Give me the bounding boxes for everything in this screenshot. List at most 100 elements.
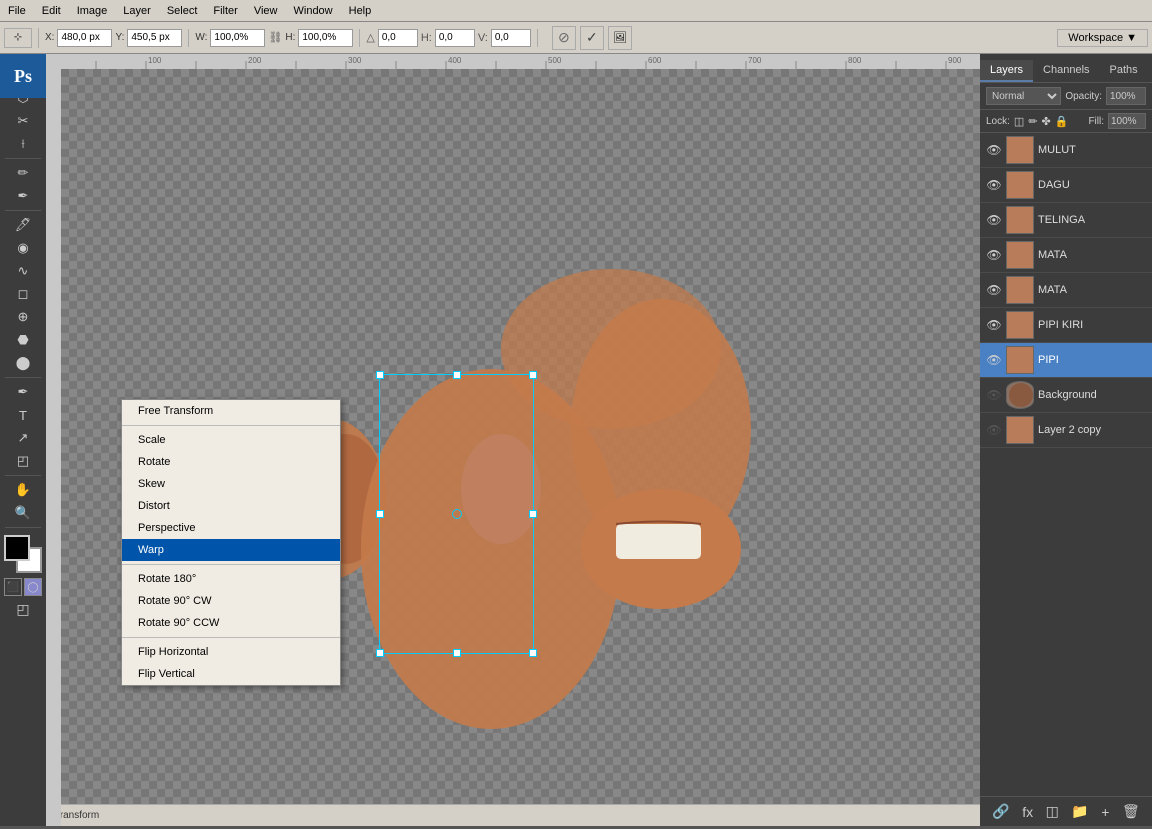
- layer-name: Background: [1038, 389, 1146, 401]
- v-input[interactable]: [491, 29, 531, 47]
- history-brush-tool[interactable]: ∿: [4, 260, 42, 282]
- tool-separator-4: [5, 377, 41, 378]
- menu-image[interactable]: Image: [69, 3, 116, 19]
- tab-paths[interactable]: Paths: [1100, 60, 1148, 82]
- ctx-rotate-90ccw[interactable]: Rotate 90° CCW: [122, 612, 340, 634]
- layer-item[interactable]: 👁 MATA: [980, 238, 1152, 273]
- new-group-btn[interactable]: 📁: [1067, 801, 1092, 822]
- lock-position-btn[interactable]: ✤: [1042, 115, 1051, 128]
- ctx-distort[interactable]: Distort: [122, 495, 340, 517]
- menu-layer[interactable]: Layer: [115, 3, 159, 19]
- ctx-warp[interactable]: Warp: [122, 539, 340, 561]
- menu-help[interactable]: Help: [341, 3, 380, 19]
- y-coord-label: Y:: [115, 32, 124, 43]
- gradient-tool[interactable]: ⊕: [4, 306, 42, 328]
- shape-tool[interactable]: ◰: [4, 450, 42, 472]
- ctx-rotate-90cw[interactable]: Rotate 90° CW: [122, 590, 340, 612]
- zoom-tool[interactable]: 🔍: [4, 502, 42, 524]
- canvas-options-btn[interactable]: 🖼: [608, 26, 632, 50]
- panel-expand-btn[interactable]: ◀▶: [1148, 65, 1152, 77]
- lock-bar: Lock: ◫ ✏ ✤ 🔒 Fill:: [980, 110, 1152, 133]
- blur-tool[interactable]: ⬣: [4, 329, 42, 351]
- w-input[interactable]: [210, 29, 265, 47]
- fg-color-swatch[interactable]: [4, 535, 30, 561]
- layer-visibility-btn[interactable]: 👁: [986, 352, 1002, 368]
- menu-view[interactable]: View: [246, 3, 286, 19]
- ctx-separator-3: [122, 637, 340, 638]
- panels-area: ⊟ ☰ ⬡ ↩ ▶ ℹ 🎨 Layers Channels Paths ◀▶ N…: [980, 0, 1152, 826]
- hand-tool[interactable]: ✋: [4, 479, 42, 501]
- add-mask-btn[interactable]: ◫: [1042, 801, 1063, 822]
- text-tool[interactable]: T: [4, 404, 42, 426]
- opacity-input[interactable]: [1106, 87, 1146, 105]
- blend-mode-select[interactable]: Normal: [986, 87, 1061, 105]
- layer-item[interactable]: 👁 MATA: [980, 273, 1152, 308]
- screen-mode-btn[interactable]: ◰: [4, 599, 42, 619]
- fill-input[interactable]: [1108, 113, 1146, 129]
- layer-item[interactable]: 👁 MULUT: [980, 133, 1152, 168]
- lock-all-btn[interactable]: 🔒: [1055, 115, 1069, 128]
- clone-stamp-tool[interactable]: ◉: [4, 237, 42, 259]
- menu-edit[interactable]: Edit: [34, 3, 69, 19]
- path-select-tool[interactable]: ↗: [4, 427, 42, 449]
- layer-item[interactable]: 👁 Background: [980, 378, 1152, 413]
- add-style-btn[interactable]: fx: [1018, 802, 1037, 822]
- ctx-perspective[interactable]: Perspective: [122, 517, 340, 539]
- ctx-free-transform[interactable]: Free Transform: [122, 400, 340, 422]
- lock-pixels-btn[interactable]: ✏: [1028, 115, 1037, 128]
- layer-visibility-btn[interactable]: 👁: [986, 387, 1002, 403]
- dodge-tool[interactable]: ⬤: [4, 352, 42, 374]
- menu-select[interactable]: Select: [159, 3, 206, 19]
- ctx-flip-h[interactable]: Flip Horizontal: [122, 641, 340, 663]
- brush-tool[interactable]: 🖊: [4, 214, 42, 236]
- ctx-scale[interactable]: Scale: [122, 429, 340, 451]
- new-layer-btn[interactable]: +: [1097, 802, 1113, 822]
- layer-item-selected[interactable]: 👁 PIPI: [980, 343, 1152, 378]
- delete-layer-btn[interactable]: 🗑: [1118, 801, 1144, 822]
- angle-input[interactable]: [378, 29, 418, 47]
- standard-mode-btn[interactable]: ⬛: [4, 578, 22, 596]
- layer-link-btn[interactable]: 🔗: [988, 801, 1013, 822]
- eraser-tool[interactable]: ◻: [4, 283, 42, 305]
- pen-tool[interactable]: ✒: [4, 381, 42, 403]
- w-label: W:: [195, 32, 207, 43]
- eyedropper-tool[interactable]: ✒: [4, 185, 42, 207]
- ctx-separator-1: [122, 425, 340, 426]
- ctx-rotate-180[interactable]: Rotate 180°: [122, 568, 340, 590]
- menu-window[interactable]: Window: [286, 3, 341, 19]
- ctx-rotate[interactable]: Rotate: [122, 451, 340, 473]
- layer-item[interactable]: 👁 PIPI KIRI: [980, 308, 1152, 343]
- h-input[interactable]: [298, 29, 353, 47]
- layer-item[interactable]: 👁 TELINGA: [980, 203, 1152, 238]
- ctx-skew[interactable]: Skew: [122, 473, 340, 495]
- layer-thumbnail: [1006, 241, 1034, 269]
- ctx-flip-v[interactable]: Flip Vertical: [122, 663, 340, 685]
- tab-layers[interactable]: Layers: [980, 60, 1033, 82]
- commit-transform-btn[interactable]: ✓: [580, 26, 604, 50]
- h2-input[interactable]: [435, 29, 475, 47]
- x-coord-input[interactable]: [57, 29, 112, 47]
- layer-visibility-btn[interactable]: 👁: [986, 317, 1002, 333]
- quick-mask-area: ⬛ ◯: [4, 576, 42, 598]
- layer-thumbnail: [1006, 381, 1034, 409]
- layer-item[interactable]: 👁 Layer 2 copy: [980, 413, 1152, 448]
- y-coord-input[interactable]: [127, 29, 182, 47]
- cancel-transform-btn[interactable]: ⊘: [552, 26, 576, 50]
- crop-tool[interactable]: ✏: [4, 162, 42, 184]
- quick-mask-btn[interactable]: ◯: [24, 578, 42, 596]
- lasso-tool[interactable]: ✂: [4, 110, 42, 132]
- layer-visibility-btn[interactable]: 👁: [986, 177, 1002, 193]
- lock-transparent-btn[interactable]: ◫: [1014, 115, 1024, 128]
- workspace-button[interactable]: Workspace ▼: [1057, 29, 1148, 47]
- tab-channels[interactable]: Channels: [1033, 60, 1099, 82]
- layer-item[interactable]: 👁 DAGU: [980, 168, 1152, 203]
- layer-visibility-btn[interactable]: 👁: [986, 142, 1002, 158]
- layer-visibility-btn[interactable]: 👁: [986, 212, 1002, 228]
- move-tool-icon[interactable]: ⊹: [4, 28, 32, 48]
- menu-file[interactable]: File: [0, 3, 34, 19]
- menu-filter[interactable]: Filter: [205, 3, 245, 19]
- quick-select-tool[interactable]: ⟊: [4, 133, 42, 155]
- layer-visibility-btn[interactable]: 👁: [986, 422, 1002, 438]
- layer-visibility-btn[interactable]: 👁: [986, 247, 1002, 263]
- layer-visibility-btn[interactable]: 👁: [986, 282, 1002, 298]
